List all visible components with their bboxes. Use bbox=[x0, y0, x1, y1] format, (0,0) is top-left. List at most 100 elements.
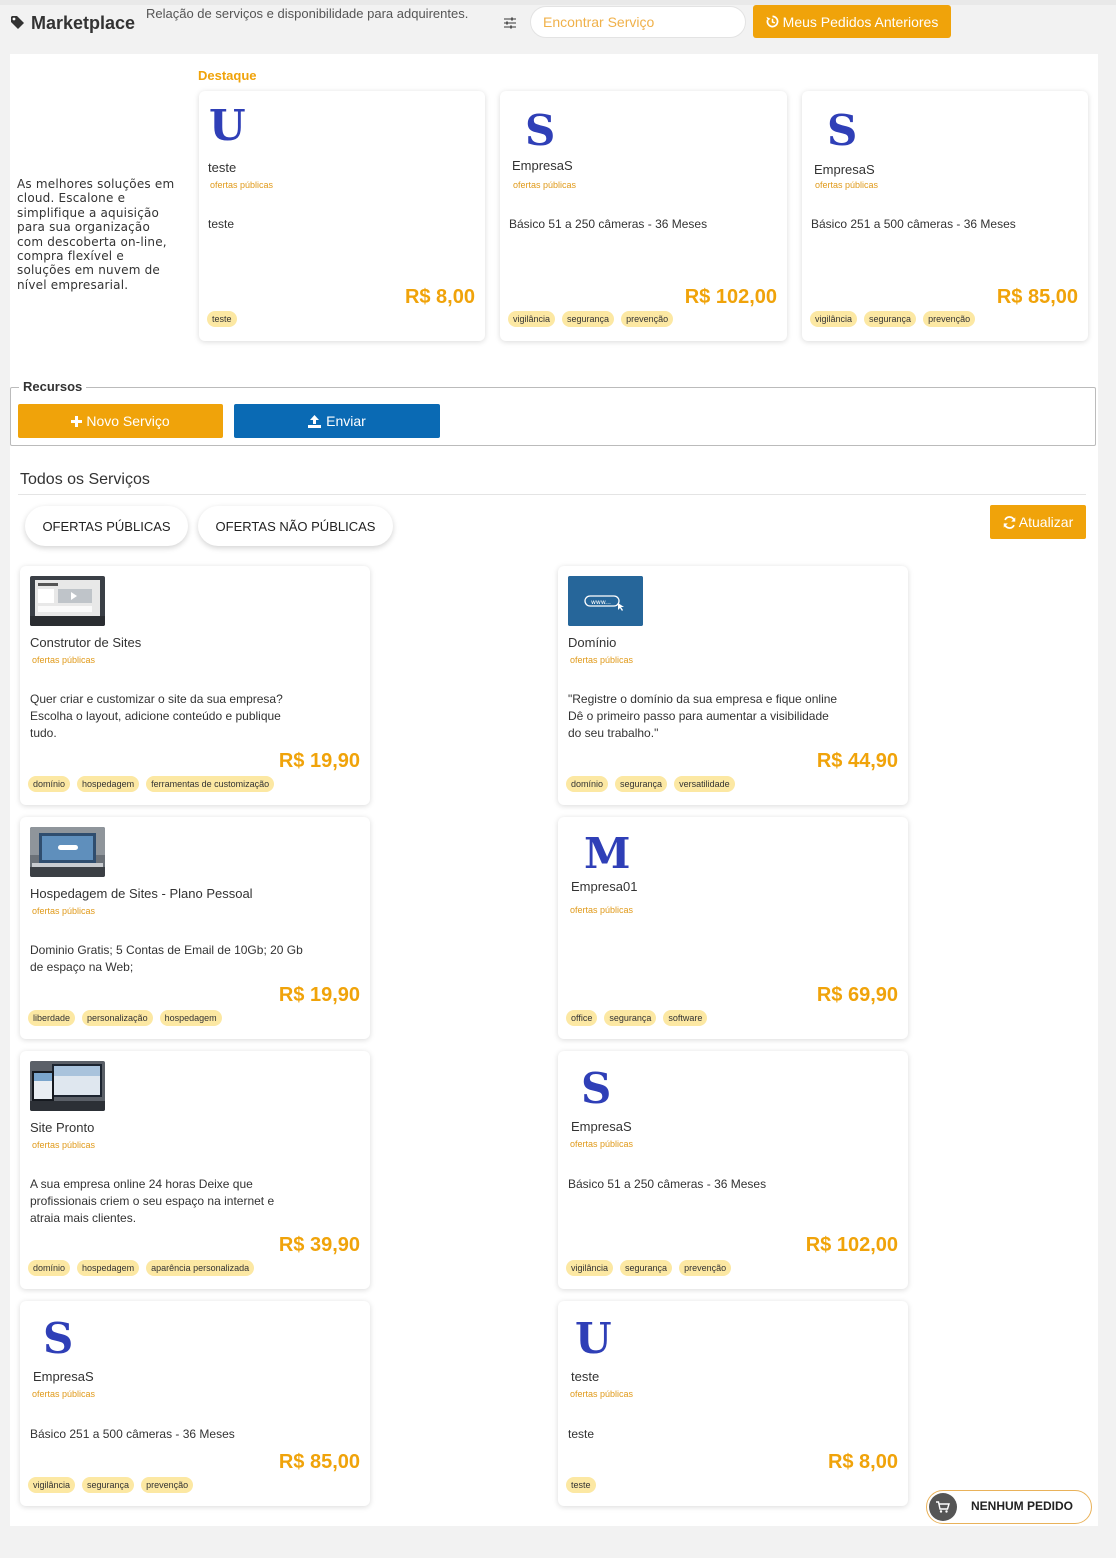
upload-icon bbox=[308, 414, 322, 428]
vendor-logo: M bbox=[584, 829, 631, 878]
service-description: A sua empresa online 24 horas Deixe que … bbox=[30, 1177, 275, 1225]
tab-public-offers[interactable]: OFERTAS PÚBLICAS bbox=[25, 506, 188, 546]
tag-chip: prevenção bbox=[923, 311, 976, 327]
service-card[interactable]: S EmpresaS ofertas públicas Básico 51 a 250… bbox=[558, 1051, 908, 1289]
tag-chip: aparência personalizada bbox=[146, 1260, 255, 1276]
vendor-logo: S bbox=[43, 1314, 74, 1363]
intro-text: As melhores soluções em cloud. Escalone … bbox=[17, 177, 175, 292]
tag-chip: hospedagem bbox=[77, 776, 140, 792]
offer-type: ofertas públicas bbox=[570, 1389, 634, 1399]
tag-list: teste bbox=[566, 1477, 596, 1493]
tag-list: office segurança software bbox=[566, 1010, 708, 1026]
service-price: R$ 8,00 bbox=[404, 286, 475, 308]
tag-list: vigilância segurança prevenção bbox=[508, 311, 674, 327]
send-button[interactable]: Enviar bbox=[234, 404, 440, 438]
featured-card[interactable]: S EmpresaS ofertas públicas Básico 251 a 50… bbox=[802, 91, 1088, 341]
tag-chip: software bbox=[663, 1010, 708, 1026]
service-card[interactable]: Uteste ofertas públicas teste R$ 8,00 teste bbox=[558, 1301, 908, 1506]
service-card[interactable]: www... Domínio ofertas públicas "Registre o… bbox=[558, 566, 908, 805]
tag-chip: domínio bbox=[28, 776, 71, 792]
offer-type: ofertas públicas bbox=[32, 655, 96, 665]
offer-type: ofertas públicas bbox=[570, 1139, 634, 1149]
offer-type: ofertas públicas bbox=[570, 655, 634, 665]
history-icon bbox=[766, 15, 779, 28]
offer-type: ofertas públicas bbox=[570, 905, 634, 915]
service-name: Construtor de Sites bbox=[30, 635, 142, 650]
tag-chip: prevenção bbox=[141, 1477, 194, 1493]
service-card[interactable]: Hospedagem de Sites - Plano Pessoal ofert… bbox=[20, 817, 370, 1039]
service-description: Básico 251 a 500 câmeras - 36 Meses bbox=[811, 217, 1016, 231]
search-input[interactable] bbox=[530, 6, 746, 38]
tag-chip: personalização bbox=[82, 1010, 153, 1026]
header: Marketplace Relação de serviços e dispon… bbox=[0, 5, 1116, 49]
hosting-thumbnail bbox=[30, 827, 105, 877]
service-card[interactable]: Site Pronto ofertas públicas A sua empresa… bbox=[20, 1051, 370, 1289]
ready-site-thumbnail bbox=[30, 1061, 105, 1111]
service-description: "Registre o domínio da sua empresa e fiq… bbox=[568, 692, 838, 740]
site-builder-thumbnail bbox=[30, 576, 105, 626]
service-name: EmpresaS bbox=[814, 162, 875, 177]
offer-type: ofertas públicas bbox=[210, 180, 274, 190]
service-description: teste bbox=[208, 217, 235, 231]
tag-chip: prevenção bbox=[679, 1260, 732, 1276]
offer-type: ofertas públicas bbox=[815, 180, 879, 190]
service-description: Básico 51 a 250 câmeras - 36 Meses bbox=[509, 217, 708, 231]
service-price: R$ 102,00 bbox=[805, 1234, 898, 1256]
service-name: Domínio bbox=[568, 635, 617, 650]
tag-icon bbox=[11, 16, 24, 29]
send-label: Enviar bbox=[326, 413, 366, 429]
service-price: R$ 19,90 bbox=[278, 984, 360, 1006]
tag-chip: teste bbox=[566, 1477, 596, 1493]
tag-chip: prevenção bbox=[621, 311, 674, 327]
tag-list: domínio hospedagem aparência personalizada bbox=[28, 1260, 255, 1276]
featured-card[interactable]: Uteste ofertas públicas teste R$ 8,00 teste bbox=[199, 91, 485, 341]
service-name: Site Pronto bbox=[30, 1120, 95, 1135]
tag-list: vigilância segurança prevenção bbox=[28, 1477, 194, 1493]
tag-list: liberdade personalização hospedagem bbox=[28, 1010, 222, 1026]
service-card[interactable]: Construtor de Sites ofertas públicas Quer … bbox=[20, 566, 370, 805]
service-price: R$ 8,00 bbox=[827, 1451, 898, 1473]
service-name: EmpresaS bbox=[33, 1369, 94, 1384]
new-service-button[interactable]: Novo Serviço bbox=[18, 404, 223, 438]
new-service-label: Novo Serviço bbox=[86, 413, 170, 429]
service-card[interactable]: S EmpresaS ofertas públicas Básico 251 a 50… bbox=[20, 1301, 370, 1506]
previous-orders-button[interactable]: Meus Pedidos Anteriores bbox=[753, 5, 951, 38]
tag-chip: liberdade bbox=[28, 1010, 76, 1026]
service-price: R$ 85,00 bbox=[278, 1451, 360, 1473]
offer-type: ofertas públicas bbox=[513, 180, 577, 190]
featured-card[interactable]: S EmpresaS ofertas públicas Básico 51 a 250… bbox=[500, 91, 787, 341]
service-name: teste bbox=[571, 1369, 600, 1384]
tag-chip: office bbox=[566, 1010, 598, 1026]
cart-button[interactable]: NENHUM PEDIDO bbox=[926, 1490, 1092, 1524]
offer-type: ofertas públicas bbox=[32, 906, 96, 916]
service-name: teste bbox=[208, 160, 237, 175]
service-name: Empresa01 bbox=[571, 879, 638, 894]
tag-chip: domínio bbox=[28, 1260, 71, 1276]
tag-list: domínio hospedagem ferramentas de customiz… bbox=[28, 776, 275, 792]
tag-chip: versatilidade bbox=[674, 776, 735, 792]
tag-list: vigilância segurança prevenção bbox=[810, 311, 976, 327]
vendor-logo: U bbox=[209, 101, 246, 150]
service-card[interactable]: M Empresa01 ofertas públicas R$ 69,90 office… bbox=[558, 817, 908, 1039]
service-name: Hospedagem de Sites - Plano Pessoal bbox=[30, 886, 253, 901]
offer-type: ofertas públicas bbox=[32, 1140, 96, 1150]
tag-list: teste bbox=[207, 311, 237, 327]
tag-chip: vigilância bbox=[810, 311, 858, 327]
tag-chip: teste bbox=[207, 311, 237, 327]
svg-text:www...: www... bbox=[591, 599, 611, 606]
service-price: R$ 85,00 bbox=[996, 286, 1078, 308]
plus-icon bbox=[71, 415, 83, 427]
tag-chip: segurança bbox=[604, 1010, 657, 1026]
tab-private-offers[interactable]: OFERTAS NÃO PÚBLICAS bbox=[198, 506, 393, 546]
vendor-logo: S bbox=[827, 106, 858, 155]
filter-icon[interactable] bbox=[503, 16, 517, 30]
divider bbox=[18, 494, 1086, 495]
offer-type: ofertas públicas bbox=[32, 1389, 96, 1399]
refresh-button[interactable]: Atualizar bbox=[990, 505, 1086, 539]
tag-list: vigilância segurança prevenção bbox=[566, 1260, 732, 1276]
resources-legend: Recursos bbox=[19, 379, 87, 394]
tag-list: domínio segurança versatilidade bbox=[566, 776, 735, 792]
tag-chip: ferramentas de customização bbox=[146, 776, 275, 792]
service-price: R$ 102,00 bbox=[684, 286, 777, 308]
service-price: R$ 19,90 bbox=[278, 750, 360, 772]
